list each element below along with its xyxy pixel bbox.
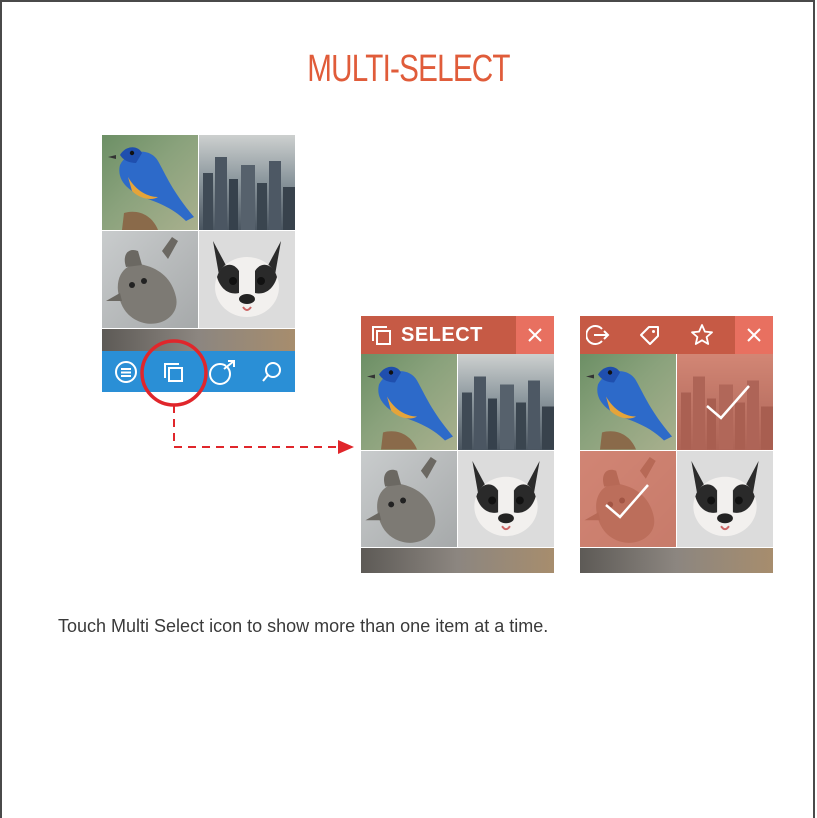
tag-icon[interactable] bbox=[638, 323, 662, 347]
phone-selected-items bbox=[580, 316, 773, 573]
bird-photo[interactable] bbox=[361, 354, 457, 450]
close-icon[interactable] bbox=[516, 316, 554, 354]
checkmark-icon bbox=[580, 451, 676, 547]
caption-text: Touch Multi Select icon to show more tha… bbox=[58, 616, 549, 636]
dog-photo[interactable] bbox=[677, 451, 773, 547]
partial-photo-row bbox=[580, 548, 773, 573]
city-photo[interactable] bbox=[458, 354, 554, 450]
cat-photo[interactable] bbox=[361, 451, 457, 547]
checkmark-icon bbox=[677, 354, 773, 450]
select-header: SELECT bbox=[361, 316, 554, 354]
phone-select-mode: SELECT bbox=[361, 316, 554, 573]
multi-select-icon bbox=[369, 323, 393, 347]
share-out-icon[interactable] bbox=[586, 323, 610, 347]
partial-photo-row bbox=[361, 548, 554, 573]
action-header bbox=[580, 316, 773, 354]
star-icon[interactable] bbox=[690, 323, 714, 347]
close-icon[interactable] bbox=[735, 316, 773, 354]
cat-photo[interactable] bbox=[580, 451, 676, 547]
dog-photo[interactable] bbox=[458, 451, 554, 547]
city-photo[interactable] bbox=[677, 354, 773, 450]
select-label: SELECT bbox=[401, 323, 483, 346]
bird-photo[interactable] bbox=[580, 354, 676, 450]
